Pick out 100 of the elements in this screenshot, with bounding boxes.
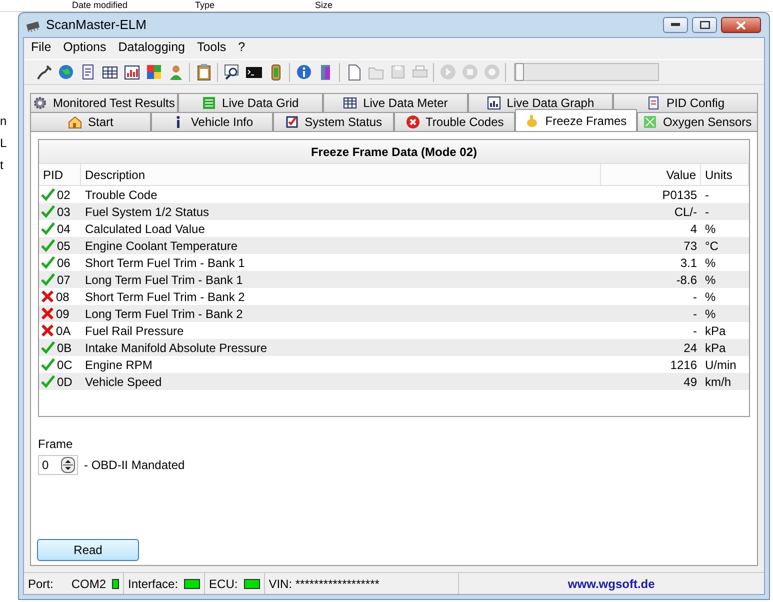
table-cell-text: kPa — [704, 340, 727, 356]
table-cell-text: °C — [704, 238, 720, 254]
menu-item[interactable]: Datalogging — [113, 38, 190, 57]
frame-description: - OBD-II Mandated — [84, 457, 185, 474]
website-link[interactable]: www.wgsoft.de — [568, 574, 655, 592]
error-icon — [406, 115, 420, 129]
table-cell-text: 09 — [56, 306, 70, 322]
text-fragment: t — [0, 157, 4, 174]
globe-icon[interactable] — [56, 62, 75, 82]
vin-text: VIN: ****************** — [268, 576, 380, 592]
table-cell-text: Fuel Rail Pressure — [84, 322, 185, 340]
table-cell-text: Long Term Fuel Trim - Bank 1 — [84, 272, 244, 288]
table-cell-text: 3.1 — [679, 254, 698, 272]
spin-arrows-icon[interactable] — [61, 457, 75, 473]
table-cell-text: - — [692, 306, 698, 322]
column-header[interactable]: PID — [39, 164, 81, 185]
grid-icon — [343, 96, 358, 110]
checkbox-icon — [284, 115, 299, 129]
column-header: Size — [315, 0, 334, 11]
table-cell-text: Vehicle Speed — [84, 374, 163, 390]
table-cell-text: CL/- — [673, 204, 698, 220]
info-icon[interactable] — [294, 62, 313, 82]
window-title: ScanMaster-ELM — [46, 16, 146, 34]
table-cell-text: 07 — [57, 272, 70, 288]
palette-icon[interactable] — [144, 62, 163, 82]
table-cell-text: 04 — [57, 220, 70, 238]
table-cell-text: 0D — [57, 374, 72, 390]
table-cell-text: 4 — [689, 220, 698, 238]
table-cell-text: P0135 — [661, 186, 698, 204]
menu-item[interactable]: Options — [58, 38, 112, 57]
table-cell-text: Engine RPM — [84, 356, 154, 374]
slider-thumb[interactable] — [515, 63, 524, 81]
table-cell-text: U/min — [704, 356, 738, 374]
column-header[interactable]: Units — [701, 164, 749, 185]
magnifier-icon[interactable] — [222, 62, 241, 82]
menu-item[interactable]: File — [26, 38, 56, 57]
table-cell-text: 24 — [682, 340, 698, 356]
tab[interactable]: System Status — [272, 112, 394, 131]
table-cell-text: -8.6 — [675, 272, 698, 288]
table-cell-text: - — [692, 288, 698, 306]
menu-item[interactable]: Tools — [192, 38, 232, 57]
interface-label: Interface: — [128, 576, 178, 592]
column-header[interactable]: Description — [81, 164, 601, 185]
maximize-button[interactable] — [692, 17, 717, 33]
table-cell-text: kPa — [704, 322, 727, 340]
table-cell-text: Trouble Code — [84, 186, 158, 204]
ecu-label: ECU: — [209, 576, 238, 592]
tab[interactable]: Live Data Meter — [322, 93, 468, 112]
table-cell-text: Engine Coolant Temperature — [84, 238, 239, 254]
tab[interactable]: Freeze Frames — [515, 109, 637, 131]
slider-track[interactable] — [514, 63, 659, 81]
bar-chart-icon — [486, 96, 501, 110]
column-header: Type — [195, 0, 216, 11]
frame-spinner[interactable]: 0 — [38, 455, 78, 475]
table-cell-text: - — [704, 204, 710, 220]
table-cell-text: 05 — [57, 238, 70, 254]
table-cell-text: Short Term Fuel Trim - Bank 1 — [84, 254, 246, 272]
minimize-button[interactable] — [663, 17, 688, 33]
tab[interactable]: Live Data Grid — [178, 93, 323, 112]
maximize-icon — [700, 21, 710, 29]
tab[interactable]: Vehicle Info — [151, 112, 273, 131]
port-value: COM2 — [71, 576, 106, 592]
menu-item[interactable]: ? — [233, 38, 250, 57]
table-cell-text: 49 — [682, 374, 698, 390]
list-icon — [202, 96, 216, 110]
grid-title: Freeze Frame Data (Mode 02) — [39, 140, 749, 164]
table-cell-text: 73 — [682, 238, 698, 254]
table-cell-text: % — [704, 254, 717, 272]
chip-icon — [25, 20, 41, 32]
table-cell-text: Short Term Fuel Trim - Bank 2 — [84, 288, 246, 306]
table-cell-text: 0B — [57, 340, 72, 356]
table-cell-text: % — [704, 220, 717, 238]
minimize-icon — [671, 23, 680, 27]
table-cell-text: 03 — [57, 204, 70, 220]
tab[interactable]: Start — [30, 112, 152, 131]
table-cell-text: 06 — [57, 254, 70, 272]
table-cell-text: km/h — [704, 374, 732, 390]
bar-chart-icon[interactable] — [122, 62, 141, 82]
gear-icon — [33, 96, 47, 110]
table-cell-text: - — [704, 186, 710, 204]
document-icon — [646, 96, 660, 110]
tab[interactable]: PID Config — [612, 93, 758, 112]
table-cell-text: 0A — [56, 322, 71, 340]
tab[interactable]: Trouble Codes — [394, 112, 516, 131]
house-icon — [68, 115, 82, 129]
text-fragment: n — [0, 113, 8, 130]
text-fragment: L — [0, 135, 8, 152]
table-cell-text: % — [704, 306, 717, 322]
close-button[interactable] — [721, 17, 761, 33]
column-header: Date modified — [72, 0, 129, 11]
read-button[interactable]: Read — [37, 539, 139, 561]
column-header[interactable]: Value — [601, 164, 701, 185]
tab[interactable]: Oxygen Sensors — [636, 112, 758, 131]
table-cell-text: Fuel System 1/2 Status — [84, 204, 210, 220]
table-cell-text: 0C — [57, 356, 72, 374]
table-cell-text: Intake Manifold Absolute Pressure — [84, 340, 268, 356]
table-cell-text: 08 — [56, 288, 70, 306]
tab[interactable]: Monitored Test Results — [30, 93, 178, 112]
table-cell-text: % — [704, 288, 717, 306]
table-cell-text: 02 — [57, 186, 70, 204]
